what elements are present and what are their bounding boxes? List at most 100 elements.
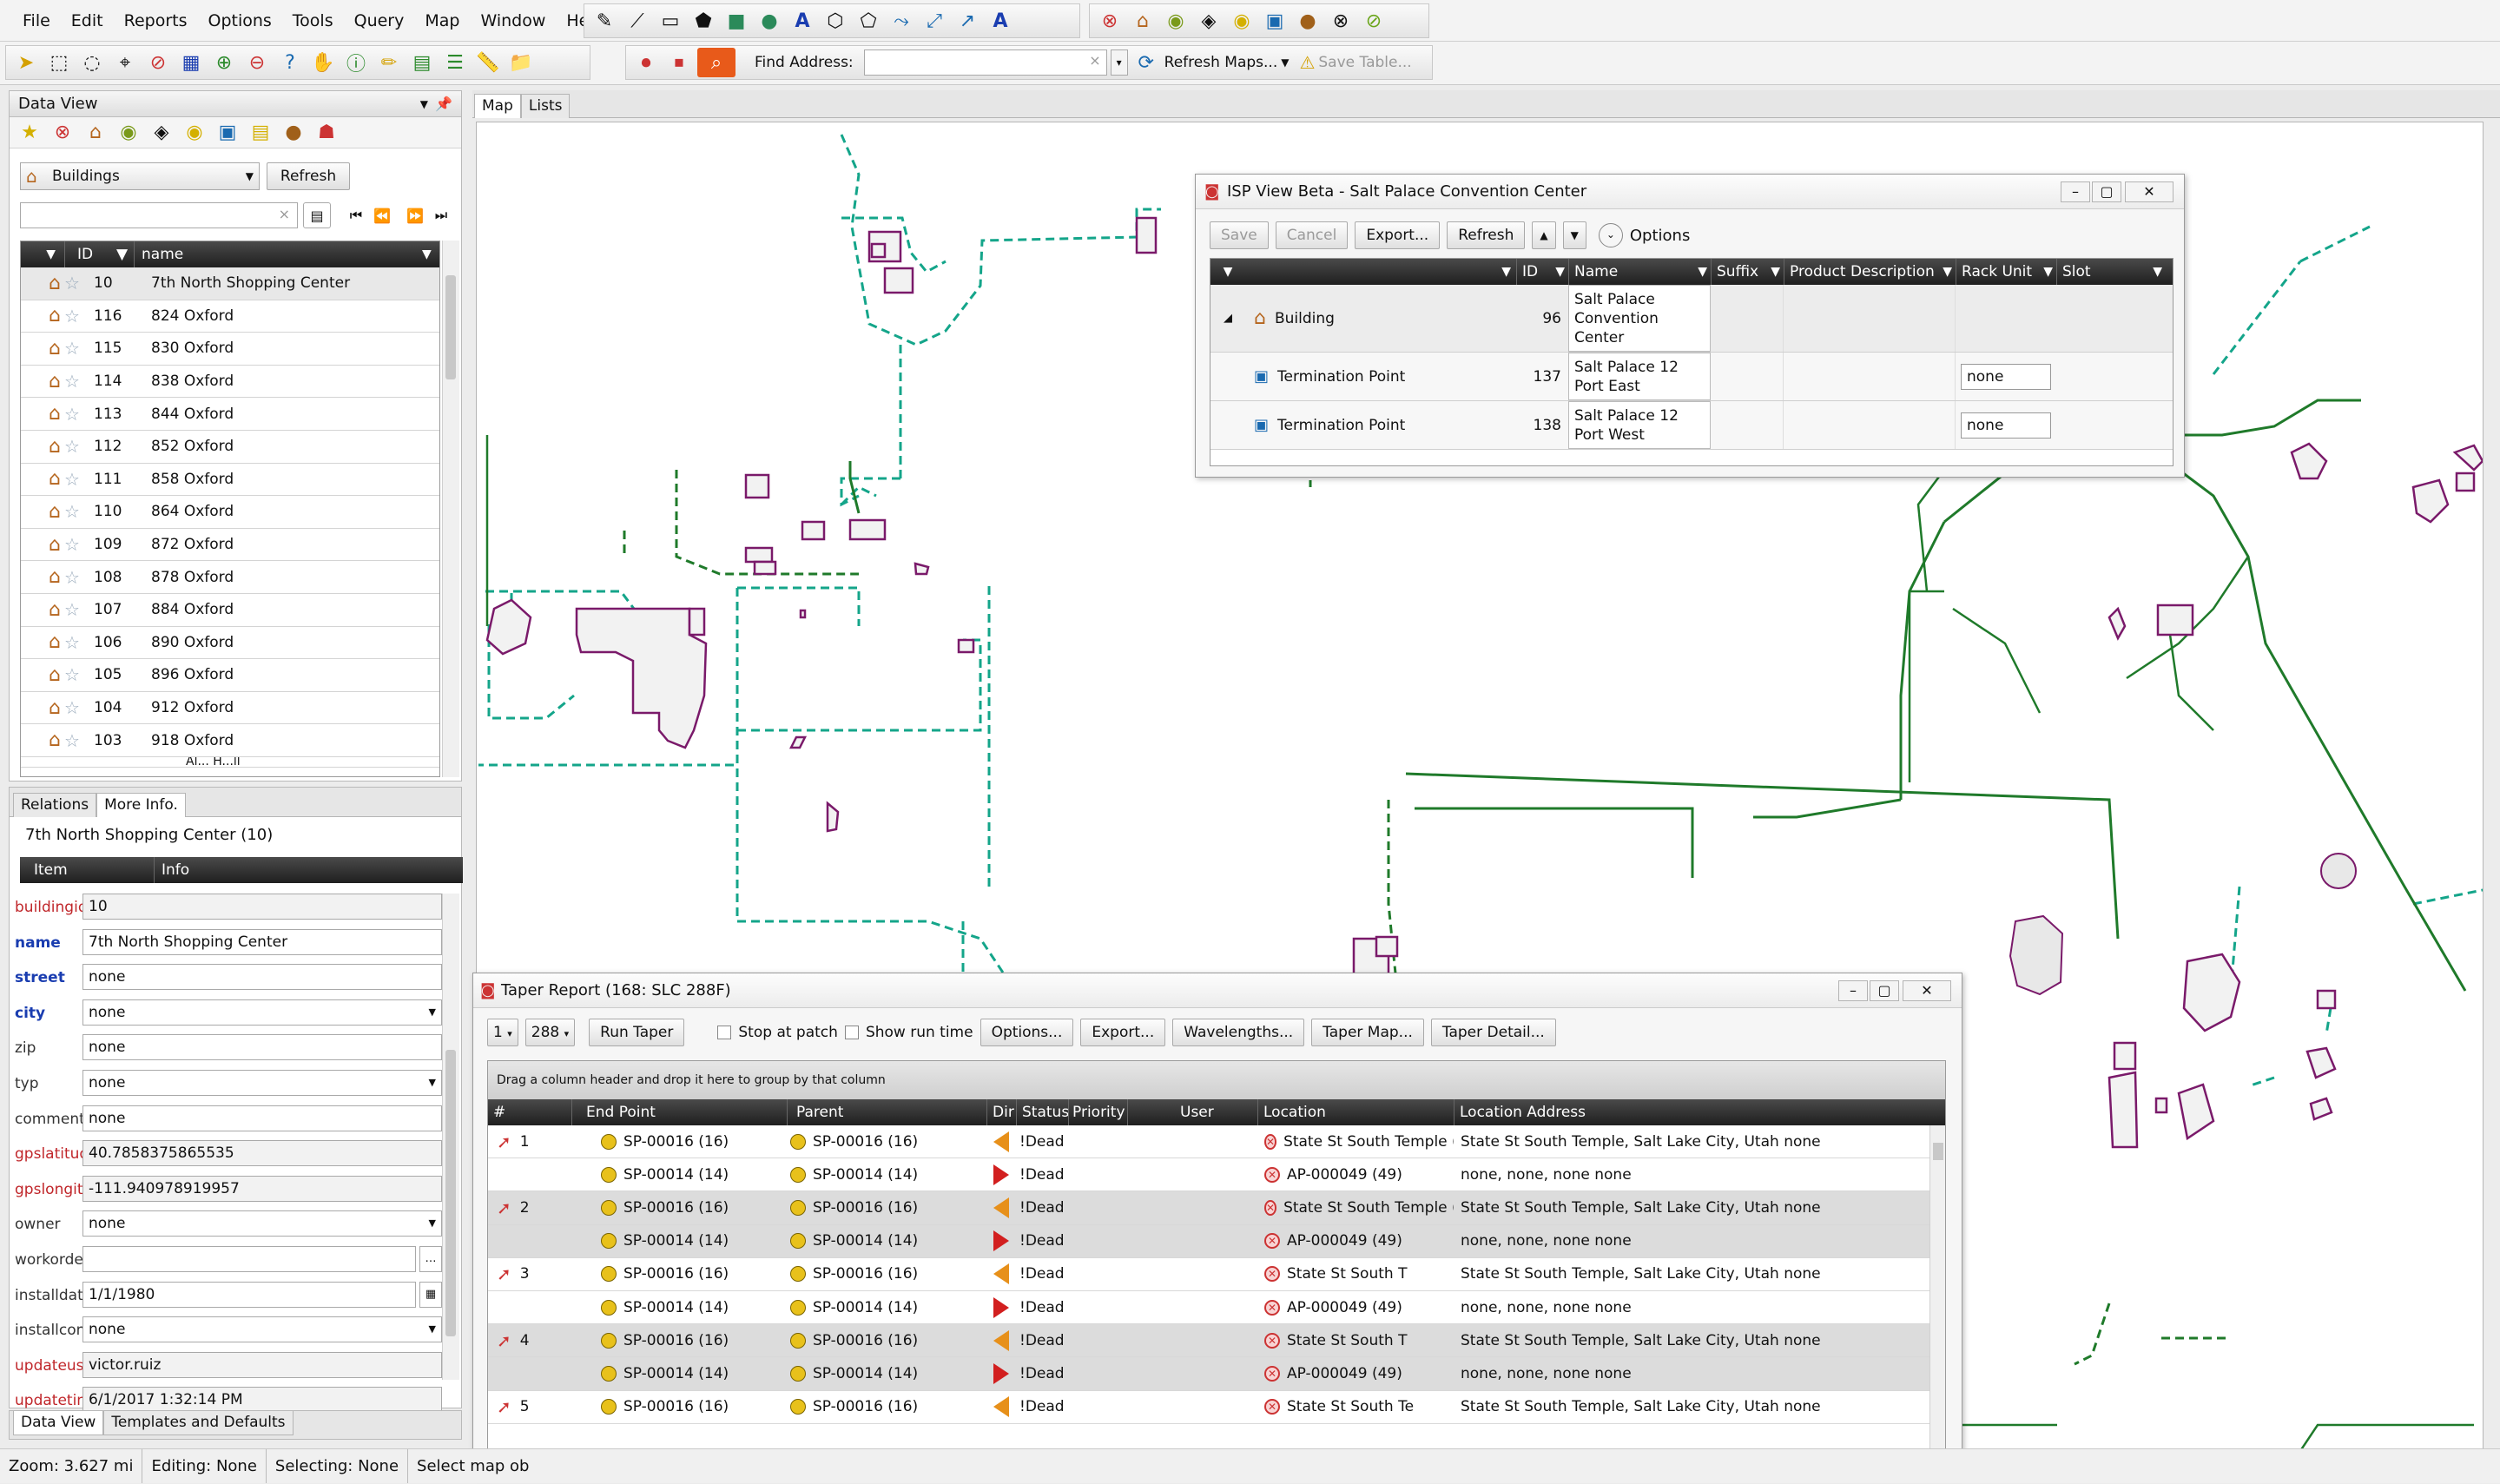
export-button[interactable]: Export... [1080, 1019, 1166, 1046]
star-icon[interactable]: ☆ [64, 404, 83, 425]
pan-hand-icon[interactable]: ✋ [308, 48, 338, 77]
rack-unit-field[interactable]: none [1961, 363, 2051, 390]
star-icon[interactable]: ☆ [64, 697, 83, 718]
attribute-field-zip[interactable]: none [82, 1034, 442, 1061]
menu-options[interactable]: Options [197, 0, 281, 42]
maximize-button[interactable]: ▢ [2092, 181, 2121, 202]
yellow-node-icon[interactable]: ◉ [180, 118, 209, 148]
filter-icon[interactable]: ▼ [1698, 259, 1707, 285]
record-icon[interactable]: ⏺ [631, 48, 661, 77]
lookup-button[interactable]: … [419, 1246, 442, 1272]
no-entry-icon[interactable]: ⊗ [1095, 6, 1125, 36]
save-table-button[interactable]: Save Table... [1318, 54, 1411, 71]
menu-window[interactable]: Window [470, 0, 556, 42]
attribute-field-installcompany[interactable]: none ▼ [82, 1316, 442, 1343]
house-icon[interactable]: ⌂ [81, 118, 110, 148]
suffix-cell[interactable] [1711, 401, 1784, 449]
taper-row[interactable]: SP-00014 (14) SP-00014 (14) !Dead ✕ AP-00004… [488, 1158, 1945, 1192]
table-row[interactable]: ⌂ ☆ 106 890 Oxford [21, 626, 439, 660]
taper-row[interactable]: ➚ 5 SP-00016 (16) SP-00016 (16) !Dead ✕ State … [488, 1390, 1945, 1424]
merge-icon[interactable]: ⤳ [887, 6, 916, 36]
attribute-field-comments[interactable]: none [82, 1105, 442, 1131]
splice-icon[interactable]: ◉ [1161, 6, 1191, 36]
product-description-cell[interactable] [1784, 401, 1956, 449]
save-button[interactable]: Save [1210, 221, 1269, 249]
folder-icon[interactable]: 📁 [506, 48, 536, 77]
column-end-point[interactable]: End Point [571, 1099, 787, 1125]
tab-more-info[interactable]: More Info. [96, 793, 186, 817]
attribute-field-owner[interactable]: none ▼ [82, 1210, 442, 1237]
options-label[interactable]: Options [1630, 227, 1690, 245]
menu-reports[interactable]: Reports [114, 0, 198, 42]
column-suffix[interactable]: Suffix ▼ [1711, 259, 1784, 285]
menu-tools[interactable]: Tools [282, 0, 344, 42]
minimize-button[interactable]: – [1838, 980, 1868, 1001]
move-down-button[interactable]: ▼ [1562, 221, 1586, 249]
taper-row[interactable]: SP-00014 (14) SP-00014 (14) !Dead ✕ AP-00004… [488, 1290, 1945, 1325]
split-icon[interactable]: ⬠ [854, 6, 883, 36]
isp-row[interactable]: ▣ Termination Point 137 Salt Palace 12 Port … [1210, 353, 2173, 401]
zoom-out-icon[interactable]: ⊖ [242, 48, 272, 77]
map-edit-icon[interactable]: ▤ [407, 48, 437, 77]
table-row[interactable]: ⌂ ☆ 104 912 Oxford [21, 691, 439, 725]
no-entry-icon[interactable]: ⊗ [48, 118, 77, 148]
table-row[interactable]: ⌂ ☆ 111 858 Oxford [21, 463, 439, 497]
options-chevron-icon[interactable]: ⌄ [1598, 223, 1623, 247]
chevron-down-icon[interactable]: ▼ [1281, 56, 1289, 69]
filter-icon[interactable]: ▼ [1771, 259, 1780, 285]
attribute-field-installdate[interactable]: 1/1/1980 [82, 1281, 416, 1308]
table-row[interactable]: ⌂ ☆ 110 864 Oxford [21, 496, 439, 529]
star-icon[interactable]: ☆ [64, 469, 83, 490]
scrollbar-thumb[interactable] [445, 275, 456, 379]
filter-icon[interactable]: ▼ [1245, 259, 1516, 285]
info-scrollbar[interactable] [442, 894, 459, 1380]
brown-node-icon[interactable]: ● [1293, 6, 1323, 36]
taper-map-button[interactable]: Taper Map... [1311, 1019, 1424, 1046]
table-row[interactable]: ⌂ ☆ 103 918 Oxford [21, 724, 439, 757]
pencil-icon[interactable]: ✏ [374, 48, 404, 77]
menu-query[interactable]: Query [344, 0, 415, 42]
star-icon[interactable]: ★ [15, 118, 44, 148]
clear-icon[interactable]: × [1089, 52, 1100, 69]
menu-file[interactable]: File [12, 0, 61, 42]
tab-templates-defaults[interactable]: Templates and Defaults [103, 1411, 294, 1435]
next-page-icon[interactable]: ⏩ [402, 202, 428, 228]
star-icon[interactable]: ☆ [64, 534, 83, 555]
isp-row[interactable]: ◢ ⌂ Building 96 Salt Palace Convention Center [1210, 285, 2173, 353]
star-icon[interactable]: ☆ [64, 501, 83, 522]
wavelengths-button[interactable]: Wavelengths... [1172, 1019, 1305, 1046]
layers-icon[interactable]: ☰ [440, 48, 470, 77]
select-box-icon[interactable]: ⬚ [44, 48, 74, 77]
show-run-time-checkbox[interactable] [844, 1026, 859, 1039]
panel-icon[interactable]: ▣ [213, 118, 242, 148]
draw-line-icon[interactable]: ✎ [590, 6, 619, 36]
green-node-icon[interactable]: ⊘ [1359, 6, 1389, 36]
table-row[interactable]: ⌂ ☆ 109 872 Oxford [21, 528, 439, 562]
column-status[interactable]: Status [1016, 1099, 1069, 1125]
export-button[interactable]: Export... [1355, 221, 1441, 249]
filter-table-icon[interactable]: ▤ [303, 202, 331, 228]
taper-row[interactable]: SP-00014 (14) SP-00014 (14) !Dead ✕ AP-00004… [488, 1357, 1945, 1391]
column-name[interactable]: name [134, 241, 422, 267]
stop-icon[interactable]: ⏹ [664, 48, 694, 77]
column-dir[interactable]: Dir [986, 1099, 1016, 1125]
clear-selection-icon[interactable]: ⊘ [143, 48, 173, 77]
attribute-field-city[interactable]: none ▼ [82, 999, 442, 1026]
column-name[interactable]: Name ▼ [1568, 259, 1711, 285]
isp-row[interactable]: ▣ Termination Point 138 Salt Palace 12 Port … [1210, 401, 2173, 450]
ruler-icon[interactable]: 📏 [473, 48, 503, 77]
menu-map[interactable]: Map [414, 0, 470, 42]
table-row[interactable]: ⌂ ☆ 114 838 Oxford [21, 365, 439, 399]
reshape-icon[interactable]: ⟋ [623, 6, 652, 36]
scrollbar-thumb[interactable] [1933, 1143, 1943, 1160]
star-icon[interactable]: ☆ [64, 632, 83, 653]
close-button[interactable]: ✕ [2125, 181, 2173, 202]
first-page-icon[interactable]: ⏮ [343, 202, 369, 228]
filter-icon[interactable]: ▼ [422, 241, 439, 267]
info-icon[interactable]: ⓘ [341, 48, 371, 77]
polygon-icon[interactable]: ⬟ [689, 6, 718, 36]
tab-data-view[interactable]: Data View [13, 1411, 104, 1435]
filter-icon[interactable]: ▼ [1555, 259, 1565, 285]
tab-lists[interactable]: Lists [520, 94, 571, 118]
star-icon[interactable]: ☆ [64, 273, 83, 294]
